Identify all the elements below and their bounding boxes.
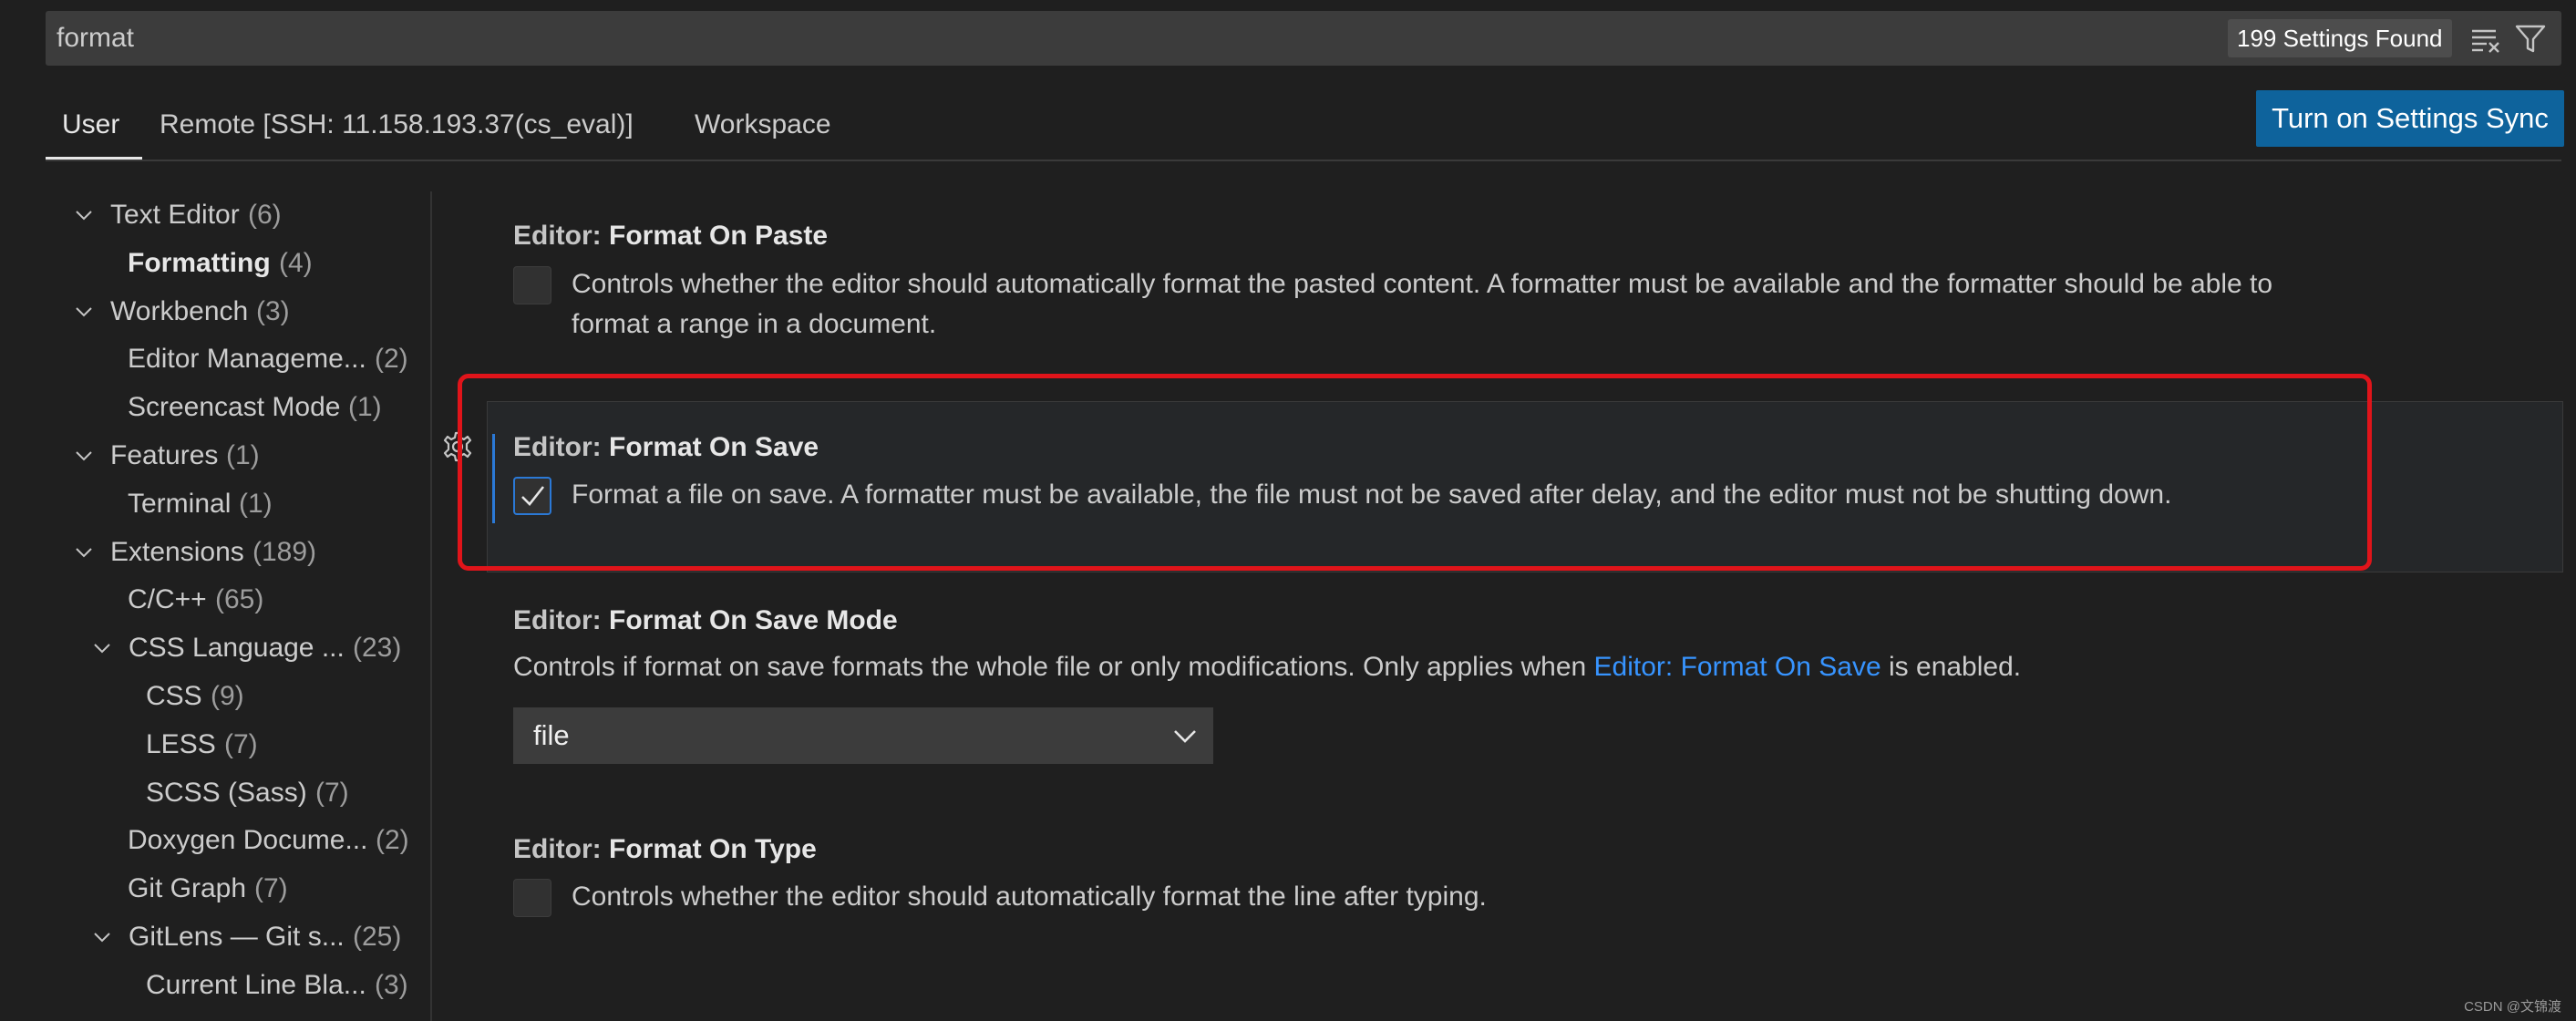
toc-item-label: CSS: [146, 681, 202, 711]
toc-item-label: SCSS (Sass): [146, 777, 307, 808]
chevron-down-icon[interactable]: [75, 303, 93, 321]
toc-item-label: Features: [110, 440, 219, 470]
toc-item[interactable]: GitLens — Git s... (25): [55, 913, 432, 961]
toc-item-count: (4): [279, 247, 313, 278]
toc-item[interactable]: CSS Language ... (23): [55, 624, 432, 672]
toc-item-label: GitLens — Git s...: [129, 922, 345, 952]
toc-item-count: (7): [254, 873, 288, 904]
format-on-save-link[interactable]: Editor: Format On Save: [1594, 652, 1881, 682]
setting-description-format-on-save-mode: Controls if format on save formats the w…: [513, 647, 2021, 687]
toc-item-label: CSS Language ...: [129, 633, 345, 664]
setting-description-format-on-type: Controls whether the editor should autom…: [572, 882, 1487, 912]
toc-item-label: Terminal: [128, 488, 232, 519]
description-line: format a range in a document.: [572, 309, 937, 339]
toc-item[interactable]: Current Line Bla... (3): [55, 962, 432, 1009]
annotation-highlight-box: [458, 374, 2372, 571]
setting-category: Editor:: [513, 834, 609, 864]
settings-toc-tree: Text Editor (6) Formatting (4) Workbench (3) E…: [55, 191, 432, 1021]
clear-filter-icon[interactable]: [2470, 24, 2501, 55]
toc-item-count: (7): [315, 777, 349, 808]
toc-item-count: (1): [226, 440, 260, 470]
toc-item[interactable]: Extensions (189): [55, 529, 432, 576]
toc-item[interactable]: LESS (7): [55, 721, 432, 768]
setting-title-format-on-save-mode: Editor: Format On Save Mode: [513, 605, 898, 636]
chevron-down-icon[interactable]: [75, 543, 93, 562]
toc-item-count: (2): [376, 825, 409, 856]
toc-item[interactable]: Editor Manageme... (2): [55, 335, 432, 383]
toc-item-count: (25): [353, 922, 402, 952]
toc-item-label: Text Editor: [110, 200, 240, 230]
toc-item[interactable]: C/C++ (65): [55, 576, 432, 624]
setting-name: Format On Type: [609, 834, 817, 864]
toc-item-label: Screencast Mode: [128, 392, 341, 423]
dropdown-selected-value: file: [533, 719, 570, 751]
settings-search-input[interactable]: [57, 11, 1880, 66]
setting-name: Format On Save Mode: [609, 605, 898, 635]
setting-title-format-on-type: Editor: Format On Type: [513, 834, 817, 865]
setting-name: Format On Paste: [609, 221, 829, 251]
toc-item-label: Extensions: [110, 536, 244, 567]
toc-item[interactable]: CSS (9): [55, 673, 432, 720]
chevron-down-icon[interactable]: [93, 639, 111, 657]
toc-item-label: LESS: [146, 728, 216, 759]
toc-item-count: (9): [211, 681, 244, 711]
setting-title-format-on-paste: Editor: Format On Paste: [513, 221, 828, 252]
description-line: Controls whether the editor should autom…: [572, 269, 2273, 299]
setting-category: Editor:: [513, 605, 609, 635]
watermark: CSDN @文锦渡: [2464, 999, 2561, 1015]
toc-item-label: Git Graph: [128, 873, 247, 904]
toc-item-label: Formatting: [128, 247, 271, 278]
toc-item-count: (3): [256, 295, 290, 326]
toc-item[interactable]: Doxygen Docume... (2): [55, 817, 432, 864]
toc-item-count: (189): [252, 536, 317, 567]
toc-item-label: Doxygen Docume...: [128, 825, 368, 856]
toc-item-label: Current Line Bla...: [146, 969, 366, 1000]
toc-item-count: (7): [224, 728, 258, 759]
toc-divider: [430, 191, 432, 1021]
toc-item-count: (23): [353, 633, 402, 664]
toc-item-count: (1): [348, 392, 382, 423]
turn-on-settings-sync-button[interactable]: Turn on Settings Sync: [2256, 90, 2564, 147]
settings-search-bar: 199 Settings Found: [46, 11, 2561, 66]
description-text: Controls if format on save formats the w…: [513, 652, 1594, 682]
toc-item-label: C/C++: [128, 584, 207, 615]
toc-item[interactable]: Git Graph (7): [55, 865, 432, 913]
chevron-down-icon: [1174, 730, 1196, 743]
toc-item-count: (65): [215, 584, 264, 615]
setting-description-format-on-paste: Controls whether the editor should autom…: [572, 264, 2559, 345]
format-on-save-mode-dropdown[interactable]: file: [513, 707, 1213, 764]
toc-item[interactable]: Formatting (4): [55, 240, 432, 287]
tabs-divider: [46, 160, 2561, 161]
toc-item-count: (6): [248, 200, 282, 230]
chevron-down-icon[interactable]: [75, 447, 93, 465]
description-text: is enabled.: [1880, 652, 2022, 682]
chevron-down-icon[interactable]: [93, 928, 111, 946]
toc-item[interactable]: Terminal (1): [55, 480, 432, 528]
format-on-paste-checkbox[interactable]: [513, 266, 551, 304]
toc-item[interactable]: Workbench (3): [55, 288, 432, 335]
toc-item-label: Editor Manageme...: [128, 344, 366, 375]
toc-item[interactable]: Features (1): [55, 432, 432, 480]
toc-item-count: (1): [239, 488, 273, 519]
setting-category: Editor:: [513, 221, 609, 251]
toc-item[interactable]: SCSS (Sass) (7): [55, 769, 432, 817]
toc-item-count: (2): [375, 344, 408, 375]
tab-remote[interactable]: Remote [SSH: 11.158.193.37(cs_eval)]: [160, 102, 634, 148]
toc-item-label: Workbench: [110, 295, 249, 326]
format-on-type-checkbox[interactable]: [513, 879, 551, 917]
toc-item[interactable]: Screencast Mode (1): [55, 384, 432, 431]
toc-item[interactable]: Text Editor (6): [55, 191, 432, 239]
chevron-down-icon[interactable]: [75, 206, 93, 224]
results-count-badge: 199 Settings Found: [2228, 19, 2452, 57]
tab-workspace[interactable]: Workspace: [695, 102, 831, 148]
toc-item-count: (3): [375, 969, 408, 1000]
tab-user[interactable]: User: [62, 102, 119, 148]
filter-icon[interactable]: [2514, 22, 2547, 55]
